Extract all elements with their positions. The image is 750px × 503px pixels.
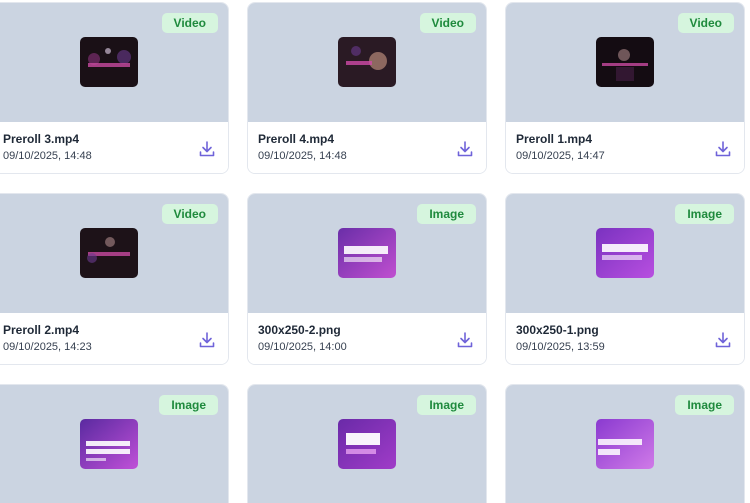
media-info: Preroll 1.mp4 09/10/2025, 14:47 xyxy=(506,122,744,173)
media-preview[interactable]: Image xyxy=(248,385,486,503)
media-card[interactable]: Video Preroll 2.mp4 09/10/2025, 14:23 xyxy=(0,193,229,365)
file-date: 09/10/2025, 13:59 xyxy=(516,341,605,353)
download-icon[interactable] xyxy=(714,140,732,158)
file-date: 09/10/2025, 14:23 xyxy=(3,341,92,353)
download-icon[interactable] xyxy=(198,331,216,349)
media-preview[interactable]: Image xyxy=(248,194,486,313)
file-name: Preroll 2.mp4 xyxy=(3,323,80,337)
image-thumbnail xyxy=(338,419,396,469)
file-name: Preroll 4.mp4 xyxy=(258,132,335,146)
media-info: 300x250-1.png 09/10/2025, 13:59 xyxy=(506,313,744,364)
file-name: 300x250-1.png xyxy=(516,323,599,337)
download-icon[interactable] xyxy=(198,140,216,158)
media-preview[interactable]: Video xyxy=(506,3,744,122)
video-thumbnail xyxy=(338,37,396,87)
image-thumbnail xyxy=(596,419,654,469)
media-grid: Video Preroll 3.mp4 09/10/2025, 14:48 Vi… xyxy=(0,0,750,503)
download-icon[interactable] xyxy=(456,331,474,349)
download-icon[interactable] xyxy=(456,140,474,158)
video-thumbnail xyxy=(596,37,654,87)
type-badge: Image xyxy=(417,204,476,224)
media-card[interactable]: Video Preroll 1.mp4 09/10/2025, 14:47 xyxy=(505,2,745,174)
type-badge: Video xyxy=(161,13,218,33)
media-card[interactable]: Image 300x250-2.png 09/10/2025, 14:00 xyxy=(247,193,487,365)
file-date: 09/10/2025, 14:48 xyxy=(3,150,92,162)
media-info: 300x250-2.png 09/10/2025, 14:00 xyxy=(248,313,486,364)
media-info: Preroll 3.mp4 09/10/2025, 14:48 xyxy=(0,122,228,173)
file-name: 300x250-2.png xyxy=(258,323,341,337)
media-info: Preroll 4.mp4 09/10/2025, 14:48 xyxy=(248,122,486,173)
file-name: Preroll 3.mp4 xyxy=(3,132,80,146)
media-card[interactable]: Image xyxy=(505,384,745,503)
type-badge: Image xyxy=(675,395,734,415)
video-thumbnail xyxy=(79,228,138,278)
image-thumbnail xyxy=(79,419,138,469)
media-preview[interactable]: Video xyxy=(0,3,228,122)
media-preview[interactable]: Video xyxy=(0,194,228,313)
image-thumbnail xyxy=(338,228,396,278)
file-date: 09/10/2025, 14:47 xyxy=(516,150,605,162)
type-badge: Image xyxy=(417,395,476,415)
media-card[interactable]: Image xyxy=(0,384,229,503)
media-info: Preroll 2.mp4 09/10/2025, 14:23 xyxy=(0,313,228,364)
media-preview[interactable]: Image xyxy=(0,385,228,503)
media-card[interactable]: Image xyxy=(247,384,487,503)
media-preview[interactable]: Image xyxy=(506,194,744,313)
media-card[interactable]: Image 300x250-1.png 09/10/2025, 13:59 xyxy=(505,193,745,365)
file-name: Preroll 1.mp4 xyxy=(516,132,593,146)
type-badge: Video xyxy=(677,13,734,33)
download-icon[interactable] xyxy=(714,331,732,349)
video-thumbnail xyxy=(79,37,138,87)
type-badge: Video xyxy=(419,13,476,33)
media-card[interactable]: Video Preroll 3.mp4 09/10/2025, 14:48 xyxy=(0,2,229,174)
type-badge: Video xyxy=(161,204,218,224)
file-date: 09/10/2025, 14:48 xyxy=(258,150,347,162)
image-thumbnail xyxy=(596,228,654,278)
media-card[interactable]: Video Preroll 4.mp4 09/10/2025, 14:48 xyxy=(247,2,487,174)
media-preview[interactable]: Image xyxy=(506,385,744,503)
type-badge: Image xyxy=(159,395,218,415)
media-preview[interactable]: Video xyxy=(248,3,486,122)
file-date: 09/10/2025, 14:00 xyxy=(258,341,347,353)
type-badge: Image xyxy=(675,204,734,224)
